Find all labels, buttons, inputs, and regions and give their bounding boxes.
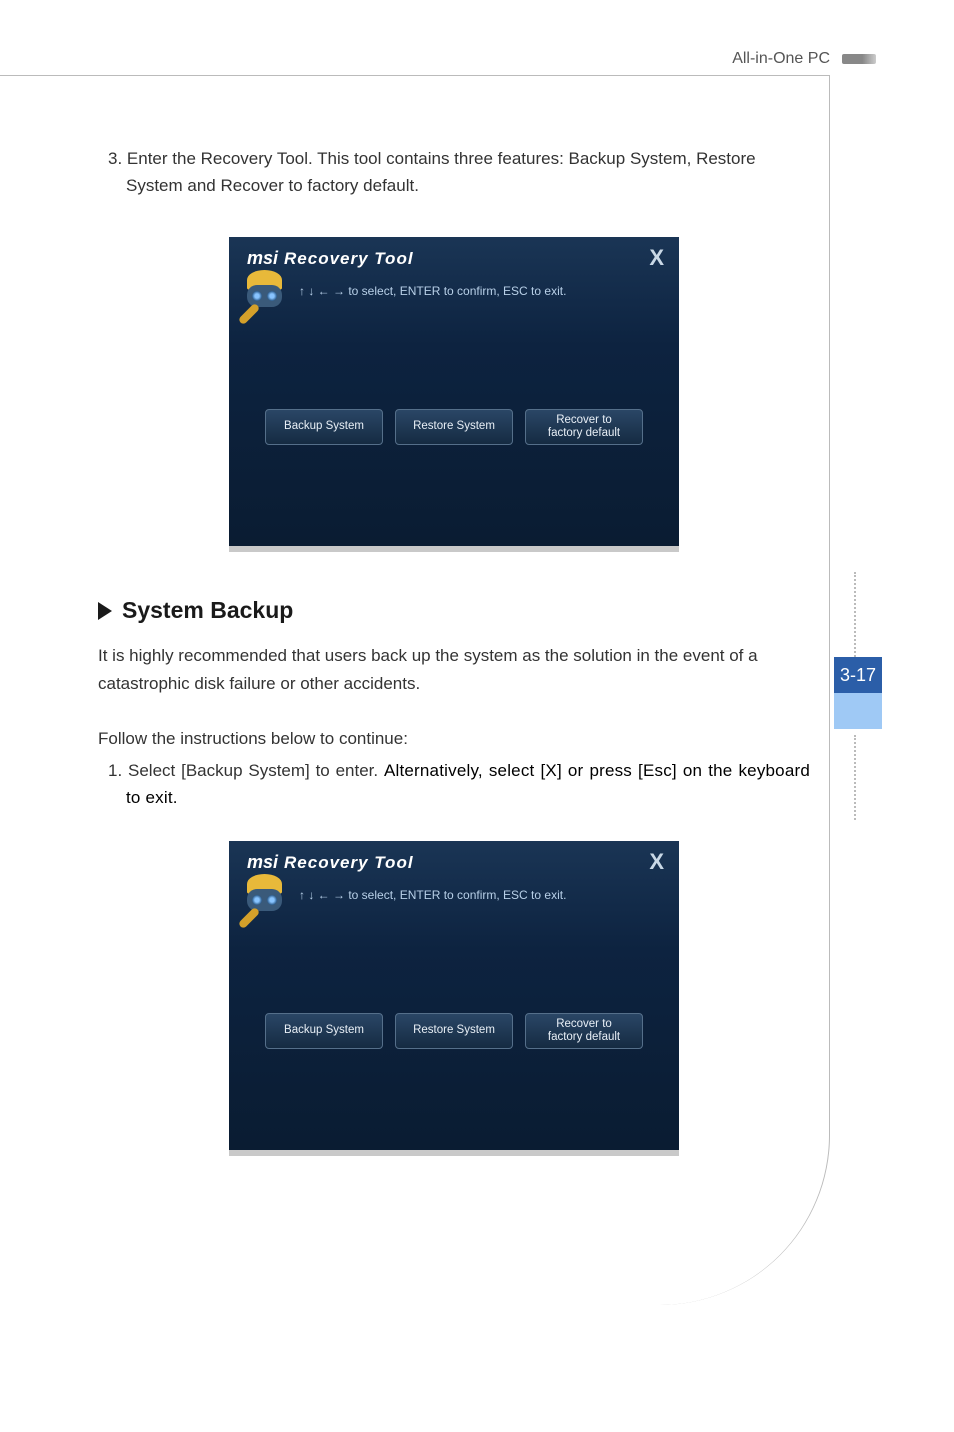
button-row-2: Backup System Restore System Recover to … <box>229 1013 679 1049</box>
step1-part1: Select [Backup System] to enter. <box>128 761 384 780</box>
backup-system-button-2[interactable]: Backup System <box>265 1013 383 1049</box>
mascot-icon-2 <box>237 874 292 929</box>
instruction-text: ↑ ↓ ← → to select, ENTER to confirm, ESC… <box>299 284 566 298</box>
close-icon[interactable]: X <box>649 245 664 271</box>
restore-system-button[interactable]: Restore System <box>395 409 513 445</box>
restore-system-button-2[interactable]: Restore System <box>395 1013 513 1049</box>
recover-factory-button-2[interactable]: Recover to factory default <box>525 1013 643 1049</box>
page-header: All-in-One PC <box>732 50 876 68</box>
decor-dots-bottom <box>854 735 856 820</box>
page-content: 3. Enter the Recovery Tool. This tool co… <box>98 145 810 1201</box>
step-3: 3. Enter the Recovery Tool. This tool co… <box>98 145 810 199</box>
section-heading: System Backup <box>98 597 810 624</box>
screenshot-2-wrapper: msi Recovery Tool X ↑ ↓ ← → to select, E… <box>98 841 810 1156</box>
app-title-text-2: Recovery Tool <box>284 853 414 873</box>
app-title: msi Recovery Tool <box>247 248 414 269</box>
step3-text-line2: System and Recover to factory default. <box>126 176 419 195</box>
instruction-text-2: ↑ ↓ ← → to select, ENTER to confirm, ESC… <box>299 888 566 902</box>
step3-number: 3. <box>108 149 127 168</box>
msi-brand-2: msi <box>247 852 278 873</box>
product-name: All-in-One PC <box>732 50 830 68</box>
chevron-right-icon <box>98 602 112 620</box>
close-icon-2[interactable]: X <box>649 849 664 875</box>
decor-dots-top <box>854 572 856 657</box>
screenshot-1-wrapper: msi Recovery Tool X ↑ ↓ ← → to select, E… <box>98 237 810 552</box>
app-title-text: Recovery Tool <box>284 249 414 269</box>
recovery-tool-screenshot-1: msi Recovery Tool X ↑ ↓ ← → to select, E… <box>229 237 679 552</box>
recovery-tool-screenshot-2: msi Recovery Tool X ↑ ↓ ← → to select, E… <box>229 841 679 1156</box>
header-decor <box>842 54 876 64</box>
page-number-tab: 3-17 <box>834 657 882 693</box>
intro-paragraph: It is highly recommended that users back… <box>98 642 810 696</box>
step-1: 1. Select [Backup System] to enter. Alte… <box>98 757 810 811</box>
page-tab-spacer <box>834 693 882 729</box>
step3-text-line1: Enter the Recovery Tool. This tool conta… <box>127 149 756 168</box>
msi-brand: msi <box>247 248 278 269</box>
recover-factory-button[interactable]: Recover to factory default <box>525 409 643 445</box>
follow-instructions: Follow the instructions below to continu… <box>98 725 810 752</box>
mascot-icon <box>237 270 292 325</box>
button-row: Backup System Restore System Recover to … <box>229 409 679 445</box>
step1-number: 1. <box>108 761 128 780</box>
app-title-2: msi Recovery Tool <box>247 852 414 873</box>
section-title: System Backup <box>122 597 293 624</box>
backup-system-button[interactable]: Backup System <box>265 409 383 445</box>
